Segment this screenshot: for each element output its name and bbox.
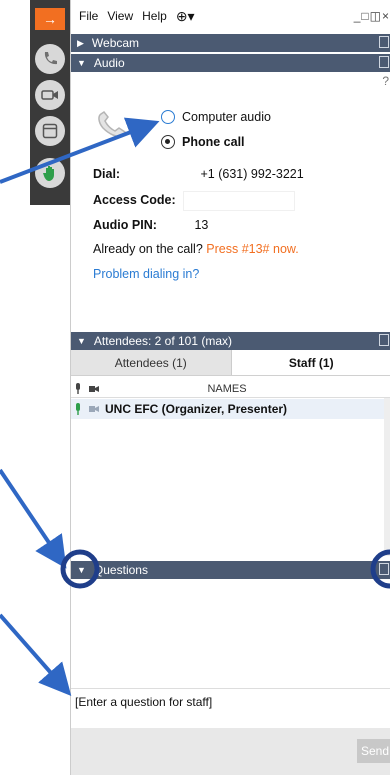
computer-audio-option[interactable]: Computer audio [161,110,271,124]
tab-attendees[interactable]: Attendees (1) [71,350,231,375]
audio-section-header[interactable]: ▼ Audio [71,54,390,72]
popout-icon[interactable] [379,56,389,68]
audio-pane: ? Computer audio Phone call Dial: +1 (63… [71,72,390,332]
window-button[interactable] [35,116,65,146]
popout-icon[interactable] [379,36,389,48]
question-input[interactable]: [Enter a question for staff] [71,688,390,728]
hand-icon [43,166,54,181]
popout-icon[interactable] [379,334,389,346]
question-footer: Send [71,728,390,775]
phone-icon [44,52,57,65]
menu-file[interactable]: File [79,9,98,23]
mic-column-icon [71,382,85,395]
help-icon[interactable]: ? [382,74,389,88]
phone-call-option[interactable]: Phone call [161,135,245,149]
attendee-tabs: Attendees (1) Staff (1) [71,350,390,376]
list-scrollbar[interactable] [384,398,390,556]
send-button[interactable]: Send [357,739,390,763]
arrow-to-questions-toggle [0,468,67,569]
menu-view[interactable]: View [107,9,133,23]
attendees-section-header[interactable]: ▼ Attendees: 2 of 101 (max) [71,332,390,350]
control-panel: File View Help ⊕▾ _□◫× ▶ Webcam ▼ Audio … [70,0,390,775]
radio-computer-audio[interactable] [161,110,175,124]
left-toolbar: → [30,0,70,205]
dial-row: Dial: +1 (631) 992-3221 [93,167,304,181]
audio-title: Audio [93,56,125,70]
phone-button[interactable] [35,44,65,74]
webcam-icon [41,90,58,100]
audio-pin-row: Audio PIN: 13 [93,218,209,232]
collapse-icon: ▼ [77,336,86,346]
camera-column-icon [85,385,103,393]
problem-dialing-link[interactable]: Problem dialing in? [93,267,199,281]
list-header: NAMES [71,380,390,398]
window-icon [42,123,58,139]
access-code-value [183,191,295,211]
camera-off-icon [85,405,103,413]
mic-on-icon [71,402,85,416]
expand-icon: ▶ [77,37,84,48]
menu-bar: File View Help ⊕▾ [71,0,390,32]
collapse-icon: ▼ [77,565,86,575]
attendees-title: Attendees: 2 of 101 (max) [93,334,232,348]
webcam-title: Webcam [91,36,140,50]
radio-phone-call[interactable] [161,135,175,149]
names-column-header: NAMES [207,382,247,395]
window-controls[interactable]: _□◫× [354,9,390,23]
language-globe-icon[interactable]: ⊕▾ [176,8,195,25]
webcam-button[interactable] [35,80,65,110]
webcam-section-header[interactable]: ▶ Webcam [71,34,390,52]
popout-icon[interactable] [379,563,389,575]
list-item[interactable]: UNC EFC (Organizer, Presenter) [71,399,390,419]
handset-icon [98,110,126,138]
menu-help[interactable]: Help [142,9,167,23]
attendee-name: UNC EFC (Organizer, Presenter) [105,402,288,416]
access-code-row: Access Code: [93,193,176,207]
questions-title: Questions [93,563,148,577]
tab-staff[interactable]: Staff (1) [230,350,390,375]
questions-section-header[interactable]: ▼ Questions [71,561,390,579]
already-on-call-text: Already on the call? Press #13# now. [93,242,299,256]
collapse-panel-button[interactable]: → [35,8,65,30]
raise-hand-button[interactable] [35,158,65,188]
arrow-to-question-box [0,613,72,697]
collapse-icon: ▼ [77,58,86,68]
